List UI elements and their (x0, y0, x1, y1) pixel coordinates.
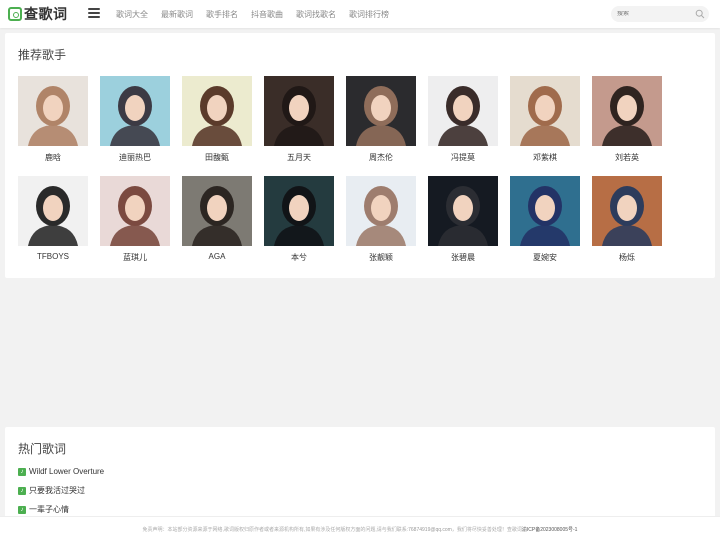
nav-item-lyrics-all[interactable]: 歌词大全 (116, 9, 148, 20)
menu-icon[interactable] (88, 8, 100, 18)
singer-avatar[interactable] (346, 76, 416, 146)
top-header: 查歌词 歌词大全 最新歌词 歌手排名 抖音歌曲 歌词找歌名 歌词排行榜 (0, 0, 720, 28)
singer-name[interactable]: 张靓颖 (346, 252, 416, 263)
singer-avatar[interactable] (428, 76, 498, 146)
footer-text: 免责声明：本站部分资源来源于网络,歌词版权归原作者或者来源机构所有,如果有涉及任… (143, 526, 578, 533)
search-input[interactable] (617, 11, 693, 17)
search-icon[interactable] (695, 9, 705, 19)
singer-name[interactable]: 冯提莫 (428, 152, 498, 163)
singer-avatar[interactable] (346, 176, 416, 246)
singer-avatar[interactable] (510, 176, 580, 246)
singer-name[interactable]: 张碧晨 (428, 252, 498, 263)
singer-name[interactable]: 刘若英 (592, 152, 662, 163)
singer-avatar[interactable] (264, 176, 334, 246)
lyric-doc-icon: ♪ (18, 467, 26, 476)
lyric-link[interactable]: Wildf Lower Overture (29, 467, 104, 476)
singer-card[interactable]: 刘若英 (592, 76, 662, 163)
singer-avatar[interactable] (264, 76, 334, 146)
list-item[interactable]: ♪ Wildf Lower Overture (18, 467, 104, 476)
singer-card[interactable]: TFBOYS (18, 176, 88, 261)
singer-card[interactable]: 本兮 (264, 176, 334, 263)
singer-name[interactable]: TFBOYS (18, 252, 88, 261)
singer-avatar[interactable] (428, 176, 498, 246)
footer-tail: ，我们将尽快妥善处理！查歌词 (451, 526, 522, 533)
singer-name[interactable]: 五月天 (264, 152, 334, 163)
singer-avatar[interactable] (592, 176, 662, 246)
singer-name[interactable]: 夏婉安 (510, 252, 580, 263)
singer-card[interactable]: 张碧晨 (428, 176, 498, 263)
singer-card[interactable]: AGA (182, 176, 252, 261)
recommended-singers-panel: 推荐歌手 鹿晗 迪丽热巴 田馥甄 五月天 周杰伦 冯提莫 邓紫棋 刘若英 TFBOYS 蓝琪儿 AG… (5, 33, 715, 278)
singer-card[interactable]: 张靓颖 (346, 176, 416, 263)
singer-avatar[interactable] (182, 176, 252, 246)
nav-item-latest-lyrics[interactable]: 最新歌词 (161, 9, 193, 20)
list-item[interactable]: ♪ 只要我活过哭过 (18, 486, 104, 495)
footer-icp-link[interactable]: 渝ICP备2023008005号-1 (522, 527, 578, 533)
singer-name[interactable]: 蓝琪儿 (100, 252, 170, 263)
nav-item-lyrics-chart[interactable]: 歌词排行榜 (349, 9, 389, 20)
singer-card[interactable]: 鹿晗 (18, 76, 88, 163)
section-title: 热门歌词 (18, 442, 67, 456)
singer-card[interactable]: 冯提莫 (428, 76, 498, 163)
footer-disclaimer: 免责声明：本站部分资源来源于网络,歌词版权归原作者或者来源机构所有,如果有涉及任… (142, 526, 409, 533)
section-title: 推荐歌手 (18, 48, 67, 62)
singer-card[interactable]: 周杰伦 (346, 76, 416, 163)
singer-name[interactable]: AGA (182, 252, 252, 261)
search-box (611, 6, 709, 22)
site-logo[interactable]: 查歌词 (8, 5, 68, 23)
nav-item-douyin-songs[interactable]: 抖音歌曲 (251, 9, 283, 20)
lyric-doc-icon: ♪ (18, 505, 26, 514)
singer-avatar[interactable] (100, 76, 170, 146)
singer-card[interactable]: 蓝琪儿 (100, 176, 170, 263)
singer-avatar[interactable] (18, 76, 88, 146)
singer-card[interactable]: 田馥甄 (182, 76, 252, 163)
singer-avatar[interactable] (100, 176, 170, 246)
lyric-doc-icon: ♪ (18, 486, 26, 495)
singer-avatar[interactable] (510, 76, 580, 146)
singer-avatar[interactable] (18, 176, 88, 246)
singer-card[interactable]: 五月天 (264, 76, 334, 163)
singer-name[interactable]: 邓紫棋 (510, 152, 580, 163)
lyric-link[interactable]: 只要我活过哭过 (29, 485, 85, 496)
singer-name[interactable]: 周杰伦 (346, 152, 416, 163)
singer-name[interactable]: 杨烁 (592, 252, 662, 263)
singer-avatar[interactable] (592, 76, 662, 146)
singer-card[interactable]: 杨烁 (592, 176, 662, 263)
singer-card[interactable]: 迪丽热巴 (100, 76, 170, 163)
logo-text: 查歌词 (24, 6, 68, 22)
list-item[interactable]: ♪ 一辈子心情 (18, 505, 104, 514)
nav-item-find-song-by-lyrics[interactable]: 歌词找歌名 (296, 9, 336, 20)
music-note-logo-icon (8, 7, 22, 21)
singer-avatar[interactable] (182, 76, 252, 146)
nav-item-singer-ranking[interactable]: 歌手排名 (206, 9, 238, 20)
site-footer: 免责声明：本站部分资源来源于网络,歌词版权归原作者或者来源机构所有,如果有涉及任… (0, 516, 720, 541)
singer-name[interactable]: 鹿晗 (18, 152, 88, 163)
singer-card[interactable]: 邓紫棋 (510, 76, 580, 163)
lyric-link[interactable]: 一辈子心情 (29, 504, 69, 515)
main-nav: 歌词大全 最新歌词 歌手排名 抖音歌曲 歌词找歌名 歌词排行榜 (116, 0, 402, 28)
singer-name[interactable]: 迪丽热巴 (100, 152, 170, 163)
singer-card[interactable]: 夏婉安 (510, 176, 580, 263)
footer-email-link[interactable]: 76874919@qq.com (408, 527, 452, 533)
singer-name[interactable]: 本兮 (264, 252, 334, 263)
singer-name[interactable]: 田馥甄 (182, 152, 252, 163)
